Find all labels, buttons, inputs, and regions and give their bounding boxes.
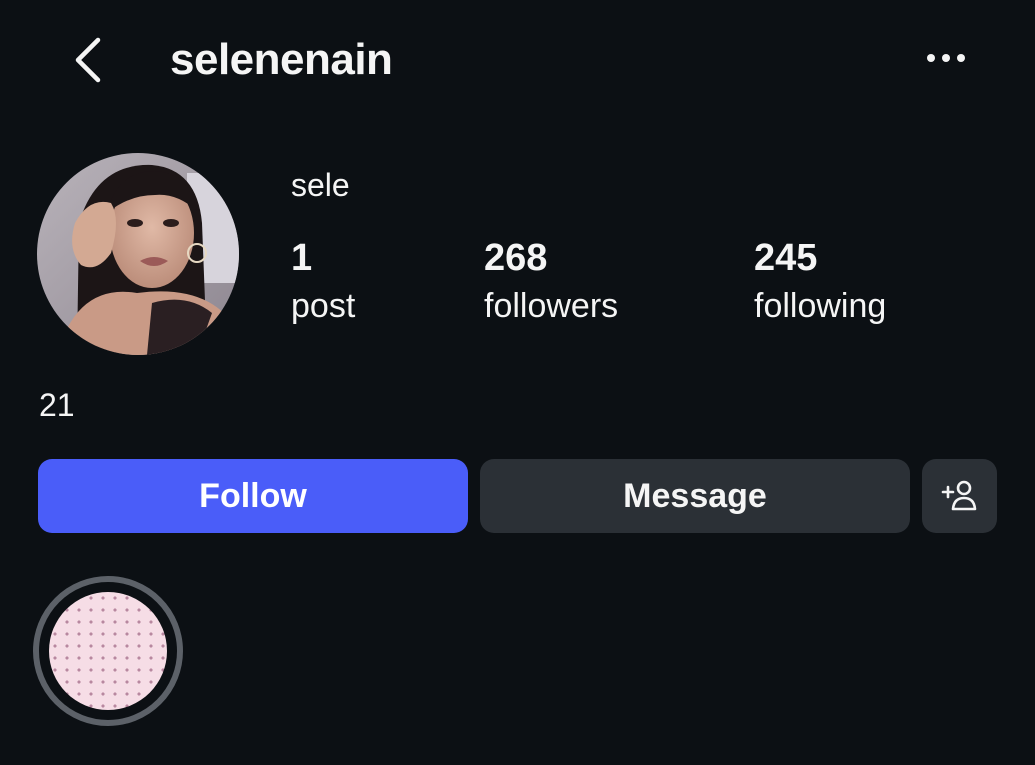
followers-count: 268 xyxy=(484,237,548,279)
profile-avatar[interactable] xyxy=(37,153,239,355)
followers-stat[interactable]: 268 followers xyxy=(484,236,618,328)
posts-stat[interactable]: 1 post xyxy=(291,236,355,328)
profile-display-name: sele xyxy=(291,167,350,203)
profile-bio: 21 xyxy=(39,387,75,423)
avatar-photo xyxy=(37,153,239,355)
more-horizontal-icon xyxy=(927,54,965,62)
message-button[interactable]: Message xyxy=(480,459,910,533)
back-button[interactable] xyxy=(66,34,114,86)
chevron-left-icon xyxy=(75,37,101,83)
suggested-users-button[interactable] xyxy=(922,459,997,533)
following-stat[interactable]: 245 following xyxy=(754,236,886,328)
highlight-cover xyxy=(49,592,167,710)
followers-label: followers xyxy=(484,287,619,325)
more-options-button[interactable] xyxy=(918,40,974,76)
posts-count: 1 xyxy=(291,237,313,279)
following-label: following xyxy=(754,287,887,325)
add-user-icon xyxy=(941,480,976,511)
follow-button-label: Follow xyxy=(199,476,307,515)
following-count: 245 xyxy=(754,237,818,279)
story-highlight[interactable] xyxy=(33,576,183,726)
follow-button[interactable]: Follow xyxy=(38,459,468,533)
profile-username: selenenain xyxy=(170,35,393,84)
message-button-label: Message xyxy=(623,476,767,515)
posts-label: post xyxy=(291,287,356,325)
